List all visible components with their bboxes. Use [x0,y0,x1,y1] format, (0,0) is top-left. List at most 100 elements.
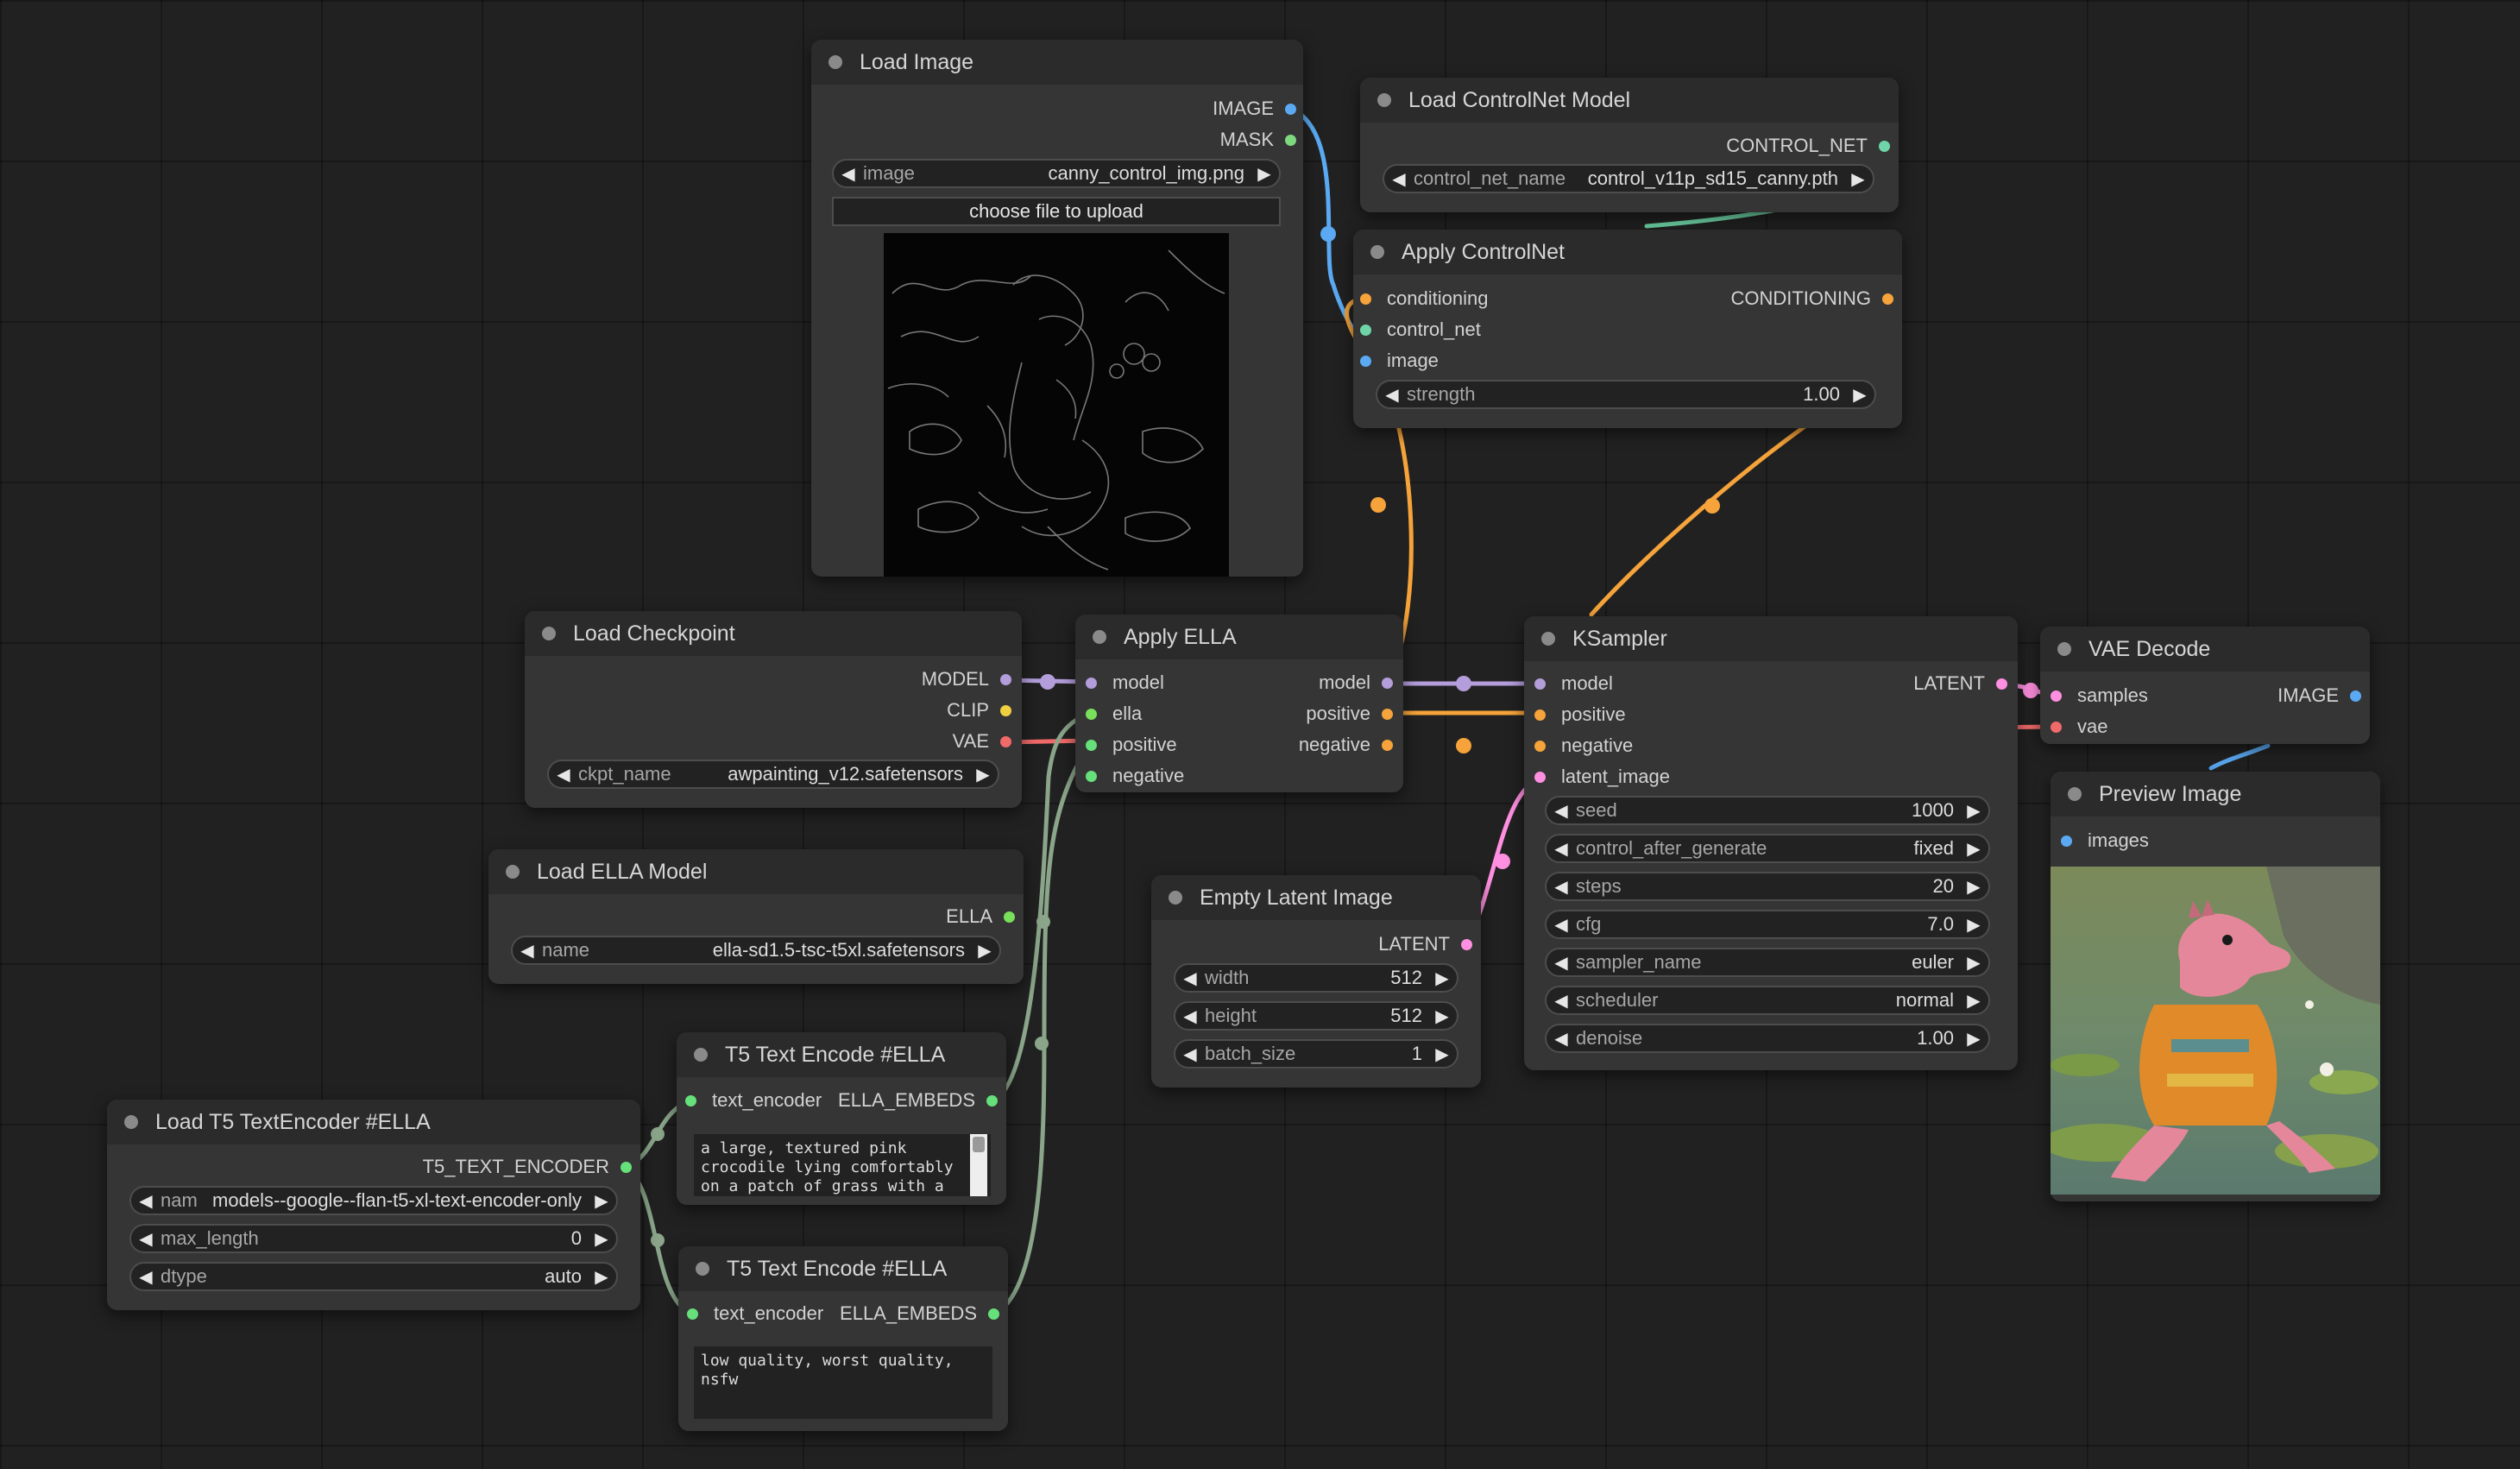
input-dot-icon[interactable] [2061,835,2072,847]
input-model[interactable]: model [1086,671,1164,695]
input-conditioning[interactable]: conditioning [1360,287,1488,311]
input-control-net[interactable]: control_net [1360,318,1481,342]
arrow-left-icon[interactable]: ◀ [131,1266,161,1288]
output-dot-icon[interactable] [986,1094,998,1106]
arrow-right-icon[interactable]: ▶ [1250,163,1279,185]
input-positive[interactable]: positive [1086,733,1177,757]
output-clip[interactable]: CLIP [947,698,1011,722]
arrow-right-icon[interactable]: ▶ [1959,1028,1988,1050]
node-title-bar[interactable]: Apply ELLA [1075,615,1403,659]
output-dot-icon[interactable] [1461,938,1472,950]
input-vae[interactable]: vae [2051,715,2107,739]
input-images[interactable]: images [2061,829,2149,853]
vae-decode-node[interactable]: VAE Decode samples vae IMAGE [2040,627,2370,744]
arrow-right-icon[interactable]: ▶ [1959,952,1988,974]
apply-controlnet-node[interactable]: Apply ControlNet conditioning control_ne… [1353,230,1902,428]
arrow-right-icon[interactable]: ▶ [1959,876,1988,898]
arrow-right-icon[interactable]: ▶ [970,940,999,961]
arrow-left-icon[interactable]: ◀ [1175,968,1205,989]
collapse-dot-icon[interactable] [542,627,556,640]
sampler-name-select[interactable]: ◀ sampler_name euler ▶ [1545,948,1990,977]
arrow-left-icon[interactable]: ◀ [1175,1043,1205,1065]
output-control-net[interactable]: CONTROL_NET [1726,134,1890,158]
arrow-left-icon[interactable]: ◀ [1547,914,1576,936]
arrow-right-icon[interactable]: ▶ [1959,990,1988,1012]
input-dot-icon[interactable] [1086,708,1097,720]
steps-input[interactable]: ◀ steps 20 ▶ [1545,872,1990,901]
arrow-right-icon[interactable]: ▶ [1427,968,1457,989]
width-input[interactable]: ◀ width 512 ▶ [1174,963,1458,993]
output-ella-embeds[interactable]: ELLA_EMBEDS [840,1302,999,1326]
load-checkpoint-node[interactable]: Load Checkpoint MODEL CLIP VAE ◀ ckpt_nam… [525,611,1022,808]
node-title-bar[interactable]: Empty Latent Image [1151,875,1481,920]
node-title-bar[interactable]: Apply ControlNet [1353,230,1902,274]
node-title-bar[interactable]: VAE Decode [2040,627,2370,671]
output-dot-icon[interactable] [1000,673,1011,685]
load-image-node[interactable]: Load Image IMAGE MASK ◀ image canny_contro… [811,40,1303,577]
collapse-dot-icon[interactable] [1541,632,1555,646]
input-negative[interactable]: negative [1534,734,1633,758]
input-dot-icon[interactable] [2051,721,2062,733]
node-title-bar[interactable]: Load ControlNet Model [1360,78,1899,123]
input-dot-icon[interactable] [687,1308,698,1320]
empty-latent-node[interactable]: Empty Latent Image LATENT ◀ width 512 ▶ ◀ he… [1151,875,1481,1088]
preview-image-node[interactable]: Preview Image images [2051,772,2380,1201]
node-title-bar[interactable]: KSampler [1524,616,2018,661]
node-title-bar[interactable]: T5 Text Encode #ELLA [677,1032,1006,1077]
input-dot-icon[interactable] [1360,355,1371,367]
arrow-left-icon[interactable]: ◀ [131,1190,161,1212]
output-dot-icon[interactable] [1004,911,1015,923]
height-input[interactable]: ◀ height 512 ▶ [1174,1001,1458,1031]
input-positive[interactable]: positive [1534,703,1626,727]
input-ella[interactable]: ella [1086,702,1142,726]
collapse-dot-icon[interactable] [1377,93,1391,107]
output-conditioning[interactable]: CONDITIONING [1730,287,1893,311]
output-dot-icon[interactable] [1879,140,1890,152]
prompt-textarea[interactable]: a large, textured pink crocodile lying c… [694,1134,991,1196]
arrow-right-icon[interactable]: ▶ [1959,838,1988,860]
input-latent-image[interactable]: latent_image [1534,765,1670,789]
node-title-bar[interactable]: Load T5 TextEncoder #ELLA [107,1100,640,1144]
input-dot-icon[interactable] [1086,677,1097,689]
arrow-left-icon[interactable]: ◀ [131,1228,161,1250]
collapse-dot-icon[interactable] [1169,891,1182,905]
arrow-right-icon[interactable]: ▶ [1427,1043,1457,1065]
output-dot-icon[interactable] [1000,735,1011,747]
output-dot-icon[interactable] [1285,103,1296,115]
output-dot-icon[interactable] [988,1308,999,1320]
arrow-left-icon[interactable]: ◀ [513,940,542,961]
output-mask[interactable]: MASK [1220,128,1296,152]
arrow-right-icon[interactable]: ▶ [587,1190,616,1212]
arrow-left-icon[interactable]: ◀ [1547,838,1576,860]
ksampler-node[interactable]: KSampler model positive negative latent_… [1524,616,2018,1070]
output-dot-icon[interactable] [1382,739,1393,751]
input-dot-icon[interactable] [1086,739,1097,751]
output-latent[interactable]: LATENT [1913,671,2007,696]
output-t5-text-encoder[interactable]: T5_TEXT_ENCODER [423,1155,632,1179]
collapse-dot-icon[interactable] [696,1262,709,1276]
input-samples[interactable]: samples [2051,684,2148,708]
output-latent[interactable]: LATENT [1378,932,1472,956]
output-model[interactable]: model [1319,671,1393,695]
arrow-right-icon[interactable]: ▶ [1427,1006,1457,1027]
max-length-input[interactable]: ◀ max_length 0 ▶ [129,1224,618,1253]
collapse-dot-icon[interactable] [828,55,842,69]
t5-name-select[interactable]: ◀ nam models--google--flan-t5-xl-text-enco… [129,1186,618,1215]
arrow-right-icon[interactable]: ▶ [1845,384,1874,406]
arrow-left-icon[interactable]: ◀ [1547,952,1576,974]
image-select[interactable]: ◀ image canny_control_img.png ▶ [832,159,1281,188]
collapse-dot-icon[interactable] [124,1115,138,1129]
arrow-right-icon[interactable]: ▶ [1959,800,1988,822]
arrow-left-icon[interactable]: ◀ [1547,1028,1576,1050]
strength-slider[interactable]: ◀ strength 1.00 ▶ [1376,380,1876,409]
collapse-dot-icon[interactable] [1370,245,1384,259]
load-controlnet-node[interactable]: Load ControlNet Model CONTROL_NET ◀ contr… [1360,78,1899,212]
arrow-left-icon[interactable]: ◀ [1547,800,1576,822]
arrow-left-icon[interactable]: ◀ [1377,384,1407,406]
output-dot-icon[interactable] [1382,677,1393,689]
scheduler-select[interactable]: ◀ scheduler normal ▶ [1545,986,1990,1015]
collapse-dot-icon[interactable] [1093,630,1106,644]
input-dot-icon[interactable] [1360,293,1371,305]
output-negative[interactable]: negative [1299,733,1393,757]
collapse-dot-icon[interactable] [2057,642,2071,656]
